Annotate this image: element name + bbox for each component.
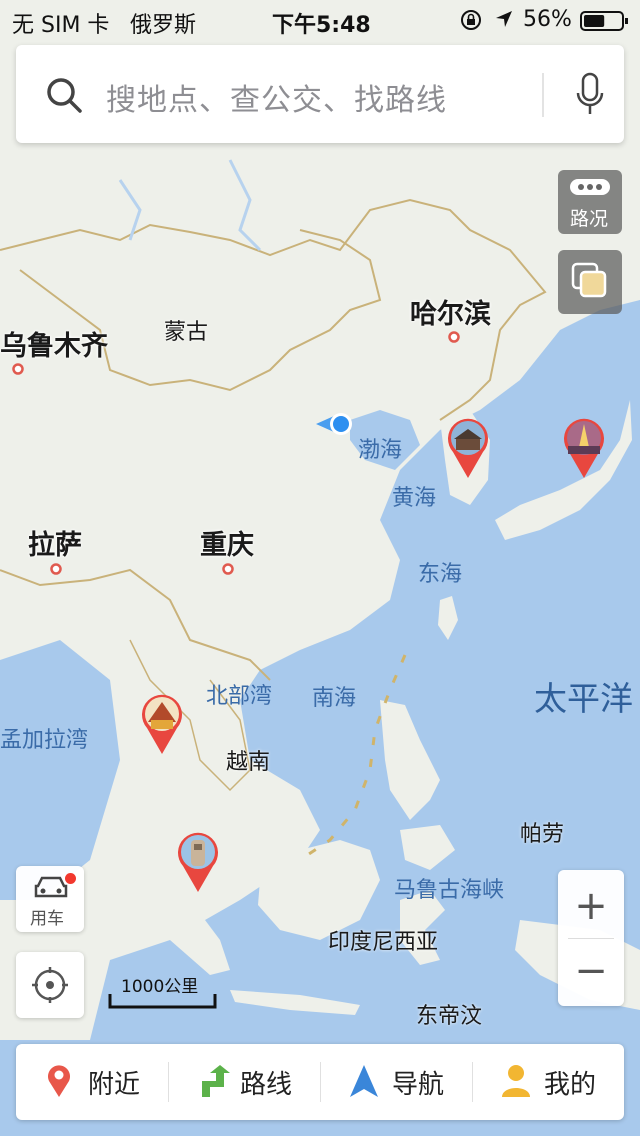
nav-navigation-label: 导航 <box>392 1070 445 1100</box>
scale-bar <box>108 992 218 1014</box>
ocean-label-pacific: 太平洋 <box>534 679 633 718</box>
carrier-text: 无 SIM 卡 <box>12 13 110 38</box>
country-label-palau: 帕劳 <box>520 822 565 847</box>
city-label-urumqi[interactable]: 乌鲁木齐 <box>0 324 108 363</box>
my-location-icon <box>312 408 358 444</box>
sea-label-east-china-sea: 东海 <box>418 562 463 587</box>
bottom-nav: 附近 路线 导航 我的 <box>16 1044 624 1120</box>
country-label-indonesia: 印度尼西亚 <box>328 930 439 955</box>
location-services-icon <box>494 9 514 35</box>
sea-label-bohai: 渤海 <box>358 438 403 463</box>
country-label-vietnam: 越南 <box>226 750 271 775</box>
nav-mine-button[interactable]: 我的 <box>472 1044 624 1120</box>
battery-percent-text: 56% <box>523 7 572 32</box>
zoom-in-button[interactable]: + <box>558 878 624 934</box>
crosshair-icon <box>31 966 69 1008</box>
city-label-lhasa[interactable]: 拉萨 <box>28 523 82 562</box>
locate-me-button[interactable] <box>16 952 84 1018</box>
clock-text: 下午5:48 <box>272 13 371 38</box>
location-text: 俄罗斯 <box>130 13 197 38</box>
search-input[interactable]: 搜地点、查公交、找路线 <box>106 75 447 119</box>
user-icon <box>502 1065 530 1097</box>
seoul-landmark-pin-icon[interactable] <box>444 416 492 484</box>
sea-label-south-china-sea: 南海 <box>312 686 357 711</box>
country-label-east-timor: 东帝汶 <box>416 1004 483 1029</box>
city-dot-icon <box>50 560 62 579</box>
status-bar: 无 SIM 卡 俄罗斯 下午5:48 56% <box>0 0 640 40</box>
navigation-arrow-icon <box>350 1065 378 1097</box>
nav-route-label: 路线 <box>240 1070 293 1100</box>
city-label-chongqing[interactable]: 重庆 <box>200 523 254 562</box>
location-pin-icon <box>48 1065 70 1097</box>
search-divider <box>542 73 544 117</box>
car-service-button[interactable]: 用车 <box>16 866 84 932</box>
microphone-icon[interactable] <box>574 71 606 123</box>
zoom-out-button[interactable]: − <box>558 944 624 1000</box>
zoom-control: + − <box>558 870 624 1006</box>
car-label: 用车 <box>30 909 64 929</box>
battery-icon <box>580 10 630 38</box>
traffic-button[interactable]: 路况 <box>558 170 622 234</box>
traffic-label: 路况 <box>570 208 609 230</box>
nav-nearby-button[interactable]: 附近 <box>16 1044 168 1120</box>
search-bar[interactable]: 搜地点、查公交、找路线 <box>16 45 624 143</box>
map-canvas[interactable] <box>0 0 640 1136</box>
nav-nearby-label: 附近 <box>88 1070 141 1100</box>
layers-icon <box>571 262 611 306</box>
city-label-harbin[interactable]: 哈尔滨 <box>410 292 491 331</box>
sea-label-bay-of-bengal: 孟加拉湾 <box>0 728 89 753</box>
tokyo-tower-pin-icon[interactable] <box>560 416 608 484</box>
sea-label-gulf-of-tonkin: 北部湾 <box>206 684 273 709</box>
bangkok-temple-pin-icon[interactable] <box>138 692 186 760</box>
nav-route-button[interactable]: 路线 <box>168 1044 320 1120</box>
search-icon <box>44 75 84 119</box>
sea-label-yellow-sea: 黄海 <box>392 486 437 511</box>
zoom-divider <box>568 938 614 939</box>
route-arrow-icon <box>202 1065 230 1097</box>
nav-navigation-button[interactable]: 导航 <box>320 1044 472 1120</box>
sea-label-molucca-strait: 马鲁古海峡 <box>394 878 505 903</box>
traffic-icon <box>569 178 611 200</box>
orientation-lock-icon <box>460 9 482 37</box>
singapore-landmark-pin-icon[interactable] <box>174 830 222 898</box>
country-label-mongolia: 蒙古 <box>164 320 209 345</box>
nav-mine-label: 我的 <box>544 1070 597 1100</box>
city-dot-icon <box>448 328 460 347</box>
city-dot-icon <box>222 560 234 579</box>
notification-dot <box>65 873 76 884</box>
city-dot-icon <box>12 360 24 379</box>
layers-button[interactable] <box>558 250 622 314</box>
